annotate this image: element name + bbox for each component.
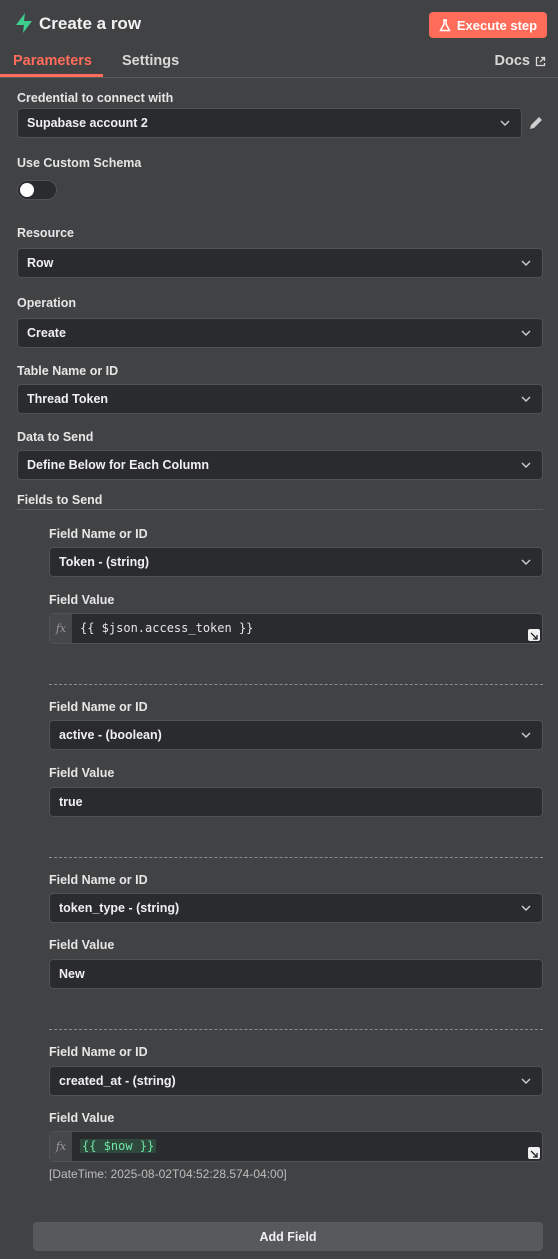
expression-text: {{ $now }} (80, 1139, 157, 1153)
credential-label: Credential to connect with (17, 91, 174, 105)
node-header: Create a row Execute step (0, 0, 558, 48)
resource-label: Resource (17, 226, 74, 240)
external-link-icon (535, 56, 546, 66)
field-name-label: Field Name or ID (49, 527, 148, 541)
docs-label: Docs (494, 53, 530, 69)
field-value-expression[interactable]: fx {{ $now }} (49, 1131, 543, 1162)
table-label: Table Name or ID (17, 364, 119, 378)
resource-select[interactable]: Row (17, 248, 543, 278)
chevron-down-icon (521, 462, 531, 468)
operation-value: Create (27, 326, 66, 340)
node-title: Create a row (39, 14, 142, 33)
chevron-down-icon (521, 559, 531, 565)
expression-text: {{ $json.access_token }} (80, 621, 254, 635)
field-value-text: New (59, 967, 85, 981)
field-name-value: active - (boolean) (59, 728, 162, 742)
fx-icon: fx (50, 614, 72, 643)
field-name-value: token_type - (string) (59, 901, 180, 915)
execute-step-label: Execute step (456, 17, 538, 33)
field-name-value: created_at - (string) (59, 1074, 176, 1088)
flask-icon (439, 18, 451, 31)
section-divider (17, 509, 543, 510)
field-value-label: Field Value (49, 766, 115, 780)
expression-result-hint: [DateTime: 2025-08-02T04:52:28.574-04:00… (49, 1167, 287, 1181)
chevron-down-icon (521, 330, 531, 336)
field-name-label: Field Name or ID (49, 700, 148, 714)
credential-select[interactable]: Supabase account 2 (17, 108, 522, 138)
field-name-select[interactable]: token_type - (string) (49, 893, 543, 923)
expand-editor-icon[interactable] (528, 629, 540, 641)
field-value-input[interactable]: true (49, 787, 543, 817)
execute-step-button[interactable]: Execute step (429, 12, 547, 38)
credential-value: Supabase account 2 (27, 116, 148, 130)
edit-credential-icon[interactable] (528, 115, 544, 131)
field-name-select[interactable]: active - (boolean) (49, 720, 543, 750)
operation-select[interactable]: Create (17, 318, 543, 348)
chevron-down-icon (521, 396, 531, 402)
field-name-value: Token - (string) (59, 555, 150, 569)
add-field-button[interactable]: Add Field (33, 1222, 543, 1251)
data-to-send-value: Define Below for Each Column (27, 458, 209, 472)
chevron-down-icon (500, 120, 510, 126)
field-separator (49, 684, 543, 685)
chevron-down-icon (521, 260, 531, 266)
field-value-text: true (59, 795, 83, 809)
supabase-bolt-icon (16, 13, 32, 33)
operation-label: Operation (17, 296, 77, 310)
field-value-label: Field Value (49, 938, 115, 952)
custom-schema-label: Use Custom Schema (17, 156, 142, 170)
docs-link[interactable]: Docs (495, 53, 546, 69)
tab-bar: Parameters Settings Docs (0, 48, 558, 78)
tab-settings[interactable]: Settings (122, 53, 179, 69)
data-to-send-label: Data to Send (17, 430, 94, 444)
data-to-send-select[interactable]: Define Below for Each Column (17, 450, 543, 480)
chevron-down-icon (521, 732, 531, 738)
field-value-expression[interactable]: fx {{ $json.access_token }} (49, 613, 543, 644)
toggle-knob (20, 183, 34, 197)
custom-schema-toggle[interactable] (17, 180, 57, 200)
field-value-label: Field Value (49, 1111, 115, 1125)
active-tab-indicator (0, 74, 103, 77)
field-separator (49, 857, 543, 858)
expand-editor-icon[interactable] (528, 1147, 540, 1159)
field-name-label: Field Name or ID (49, 1045, 148, 1059)
field-value-label: Field Value (49, 593, 115, 607)
field-value-input[interactable]: New (49, 959, 543, 989)
table-value: Thread Token (27, 392, 109, 406)
chevron-down-icon (521, 1078, 531, 1084)
fx-icon: fx (50, 1132, 72, 1161)
field-name-select[interactable]: created_at - (string) (49, 1066, 543, 1096)
fields-to-send-label: Fields to Send (17, 493, 103, 507)
tab-parameters[interactable]: Parameters (13, 53, 92, 69)
field-name-label: Field Name or ID (49, 873, 148, 887)
field-name-select[interactable]: Token - (string) (49, 547, 543, 577)
resource-value: Row (27, 256, 54, 270)
table-select[interactable]: Thread Token (17, 384, 543, 414)
chevron-down-icon (521, 905, 531, 911)
field-separator (49, 1029, 543, 1030)
